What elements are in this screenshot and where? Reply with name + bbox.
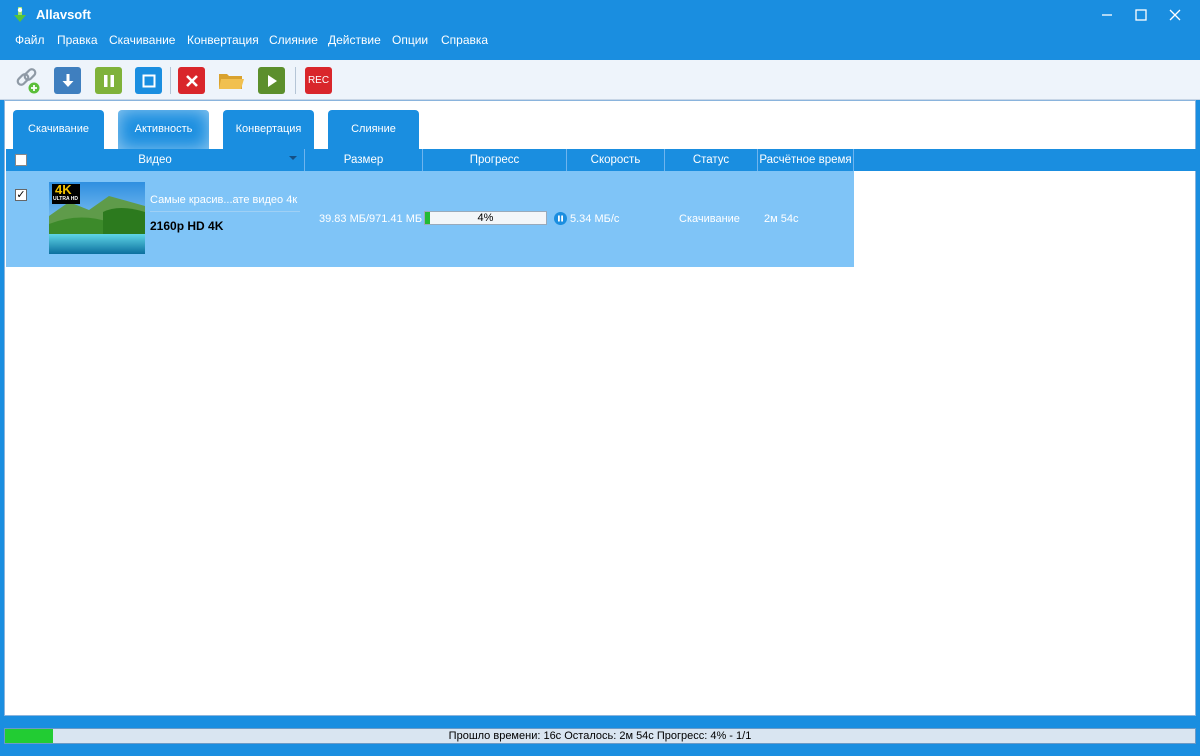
video-thumbnail: 4K ULTRA HD	[49, 182, 145, 254]
minimize-button[interactable]	[1090, 0, 1124, 30]
size-value: 39.83 МБ/971.41 МБ	[319, 213, 423, 225]
progress-bar: 4%	[424, 211, 547, 225]
tab-activity[interactable]: Активность	[118, 110, 209, 150]
rec-icon: REC	[307, 75, 330, 86]
status-value: Скачивание	[679, 213, 740, 225]
folder-icon	[219, 73, 244, 89]
menu-help[interactable]: Справка	[441, 33, 488, 47]
close-window-button[interactable]	[1158, 0, 1192, 30]
row-divider	[150, 211, 300, 212]
close-icon	[185, 74, 198, 87]
app-logo-icon	[12, 6, 28, 24]
video-title: Самые красив...ате видео 4к	[150, 194, 298, 206]
column-eta[interactable]: Расчётное время	[758, 149, 854, 171]
main-panel: Скачивание Активность Конвертация Слияни…	[4, 100, 1196, 716]
app-title: Allavsoft	[36, 7, 91, 22]
column-progress[interactable]: Прогресс	[423, 149, 567, 171]
stop-icon	[142, 74, 155, 87]
toolbar-separator	[170, 67, 171, 94]
play-icon	[267, 74, 277, 87]
overall-progress-bar: Прошло времени: 16с Осталось: 2м 54с Про…	[4, 728, 1196, 744]
thumb-ultrahd-label: ULTRA HD	[53, 196, 78, 202]
row-checkbox[interactable]: ✓	[15, 189, 27, 201]
toolbar: REC	[0, 60, 1200, 100]
row-pause-icon[interactable]	[554, 212, 567, 225]
pause-icon	[103, 74, 114, 87]
download-button[interactable]	[54, 67, 81, 94]
menu-file[interactable]: Файл	[15, 33, 45, 47]
column-size[interactable]: Размер	[305, 149, 423, 171]
menu-download[interactable]: Скачивание	[109, 33, 175, 47]
link-add-icon	[16, 68, 40, 94]
status-text: Прошло времени: 16с Осталось: 2м 54с Про…	[448, 730, 752, 742]
menu-merge[interactable]: Слияние	[269, 33, 318, 47]
column-status[interactable]: Статус	[665, 149, 758, 171]
eta-value: 2м 54с	[764, 213, 799, 225]
status-bar: Прошло времени: 16с Осталось: 2м 54с Про…	[0, 716, 1200, 756]
record-button[interactable]: REC	[305, 67, 332, 94]
sort-desc-icon	[289, 156, 297, 160]
menu-convert[interactable]: Конвертация	[187, 33, 259, 47]
menu-options[interactable]: Опции	[392, 33, 428, 47]
stop-button[interactable]	[135, 67, 162, 94]
table-header: Видео Размер Прогресс Скорость Статус Ра…	[6, 149, 1196, 171]
tab-merge[interactable]: Слияние	[328, 110, 419, 150]
column-speed[interactable]: Скорость	[567, 149, 665, 171]
delete-button[interactable]	[178, 67, 205, 94]
open-folder-button[interactable]	[218, 67, 245, 94]
video-quality: 2160p HD 4K	[150, 219, 224, 233]
menu-bar: Файл Правка Скачивание Конвертация Слиян…	[0, 30, 1200, 52]
play-button[interactable]	[258, 67, 285, 94]
tab-convert[interactable]: Конвертация	[223, 110, 314, 150]
thumb-4k-badge: 4K	[55, 182, 72, 197]
add-link-button[interactable]	[14, 67, 41, 94]
speed-value: 5.34 МБ/с	[570, 213, 620, 225]
table-row[interactable]: ✓ 4K ULTRA HD Самые красив...ате видео 4…	[6, 171, 854, 267]
pause-button[interactable]	[95, 67, 122, 94]
menu-action[interactable]: Действие	[328, 33, 381, 47]
maximize-button[interactable]	[1124, 0, 1158, 30]
download-icon	[62, 73, 73, 87]
toolbar-separator	[295, 67, 296, 94]
title-bar: Allavsoft	[0, 0, 1200, 30]
progress-label: 4%	[477, 212, 494, 224]
menu-edit[interactable]: Правка	[57, 33, 98, 47]
tab-download[interactable]: Скачивание	[13, 110, 104, 150]
column-video[interactable]: Видео	[6, 149, 305, 171]
